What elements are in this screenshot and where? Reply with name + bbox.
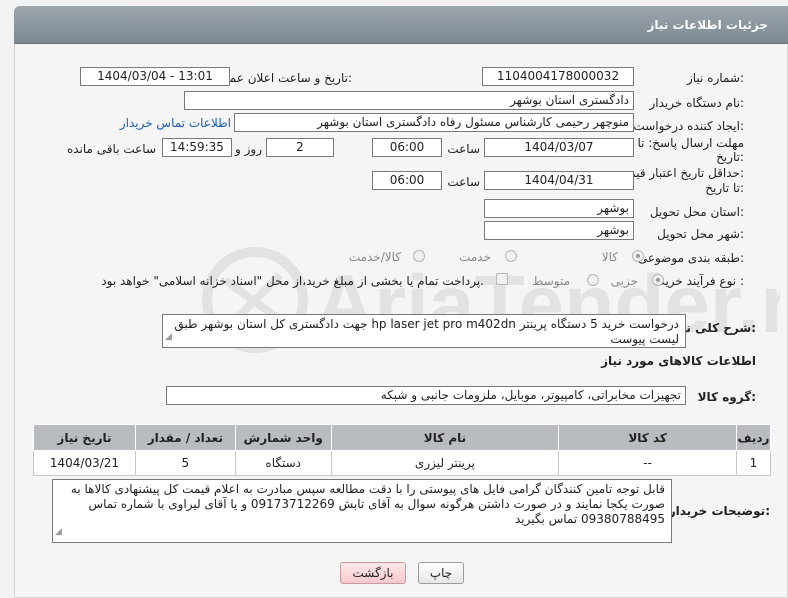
process-option-minor: جزیی <box>610 274 638 288</box>
deadline-time-label: ساعت <box>447 142 480 156</box>
cell-quantity: 5 <box>134 450 236 476</box>
days-field: 2 <box>266 138 334 157</box>
items-table: تاریخ نیاز تعداد / مقدار واحد شمارش نام … <box>33 424 772 476</box>
process-radio-medium[interactable] <box>587 274 599 286</box>
days-label: روز و <box>235 142 262 156</box>
goods-group-field: تجهیزات مخابراتی، کامپیوتر، موبایل، ملزو… <box>166 386 686 405</box>
category-radio-both[interactable] <box>413 250 425 262</box>
buyer-notes-text: قابل توجه تامین کنندگان گرامی فایل های پ… <box>70 482 665 526</box>
cell-unit: دستگاه <box>234 450 332 476</box>
city-field: بوشهر <box>484 221 634 240</box>
col-need-date: تاریخ نیاز <box>33 424 136 451</box>
city-label: شهر محل تحویل: <box>657 227 744 241</box>
process-label: نوع فرآیند خرید : <box>659 274 744 288</box>
col-quantity: تعداد / مقدار <box>134 424 236 451</box>
summary-text: درخواست خرید 5 دستگاه پرینتر hp laser je… <box>174 317 679 346</box>
category-option-both: کالا/خدمت <box>348 250 401 264</box>
goods-group-label: گروه کالا: <box>697 390 756 404</box>
category-radio-service[interactable] <box>505 250 517 262</box>
category-option-service: خدمت <box>459 250 491 264</box>
process-option-medium: متوسط <box>532 274 570 288</box>
cell-goods-code: -- <box>558 450 737 476</box>
creator-field: منوچهر رحیمی کارشناس مسئول رفاه دادگستری… <box>234 113 634 132</box>
deadline-time-field: 06:00 <box>372 138 442 157</box>
category-label: طبقه بندی موضوعی: <box>637 251 744 265</box>
treasury-payment-note: پرداخت تمام یا بخشی از مبلغ خرید،از محل … <box>101 274 484 288</box>
validity-time-label: ساعت <box>447 175 480 189</box>
remaining-label: ساعت باقی مانده <box>66 142 156 156</box>
print-button[interactable]: چاپ <box>418 562 464 584</box>
treasury-payment-checkbox[interactable] <box>496 273 508 285</box>
cell-need-date: 1404/03/21 <box>33 450 136 476</box>
panel-header: جزئیات اطلاعات نیاز <box>14 6 788 44</box>
deadline-date-field: 1404/03/07 <box>484 138 634 157</box>
items-table-header: تاریخ نیاز تعداد / مقدار واحد شمارش نام … <box>33 424 772 451</box>
province-field: بوشهر <box>484 199 634 218</box>
col-row-number: ردیف <box>735 424 772 451</box>
buyer-contact-link[interactable]: اطلاعات تماس خریدار <box>120 116 231 130</box>
buyer-notes-textarea[interactable]: قابل توجه تامین کنندگان گرامی فایل های پ… <box>52 479 672 543</box>
deadline-label-line2: تاریخ: <box>716 150 744 164</box>
buyer-notes-label: توضیحات خریدار: <box>668 504 770 518</box>
process-radio-minor[interactable] <box>652 274 664 286</box>
cell-row-number: 1 <box>735 450 772 476</box>
province-label: استان محل تحویل: <box>649 205 744 219</box>
resize-handle-icon[interactable]: ◢ <box>165 330 172 345</box>
validity-label-line1: حداقل تاریخ اعتبار قیمت: <box>617 166 744 180</box>
col-unit: واحد شمارش <box>234 424 332 451</box>
remaining-time-field: 14:59:35 <box>162 138 232 157</box>
validity-date-field: 1404/04/31 <box>484 171 634 190</box>
validity-time-field: 06:00 <box>372 171 442 190</box>
deadline-label-line1: مهلت ارسال پاسخ: تا <box>637 136 744 150</box>
need-number-label: شماره نیاز: <box>686 71 744 85</box>
resize-handle-icon[interactable]: ◢ <box>55 525 62 540</box>
buyer-org-field: دادگستری استان بوشهر <box>184 91 634 110</box>
announce-field: 1404/03/04 - 13:01 <box>80 67 230 86</box>
buyer-org-label: نام دستگاه خریدار: <box>649 96 745 110</box>
goods-info-title: اطلاعات کالاهای مورد نیاز <box>601 354 756 368</box>
creator-label: ایجاد کننده درخواست: <box>633 119 744 133</box>
panel-title: جزئیات اطلاعات نیاز <box>647 18 768 32</box>
category-radio-goods[interactable] <box>632 250 644 262</box>
need-number-field: 1104004178000032 <box>482 67 634 86</box>
back-button[interactable]: بازگشت <box>340 562 406 584</box>
table-row: 1404/03/21 5 دستگاه پرینتر لیزری -- 1 <box>33 450 772 476</box>
cell-goods-name: پرینتر لیزری <box>330 450 560 476</box>
col-goods-code: کد کالا <box>558 424 737 451</box>
summary-textarea[interactable]: درخواست خرید 5 دستگاه پرینتر hp laser je… <box>162 314 686 348</box>
col-goods-name: نام کالا <box>330 424 560 451</box>
validity-label-line2: تا تاریخ: <box>705 181 744 195</box>
category-option-goods: کالا <box>601 250 618 264</box>
